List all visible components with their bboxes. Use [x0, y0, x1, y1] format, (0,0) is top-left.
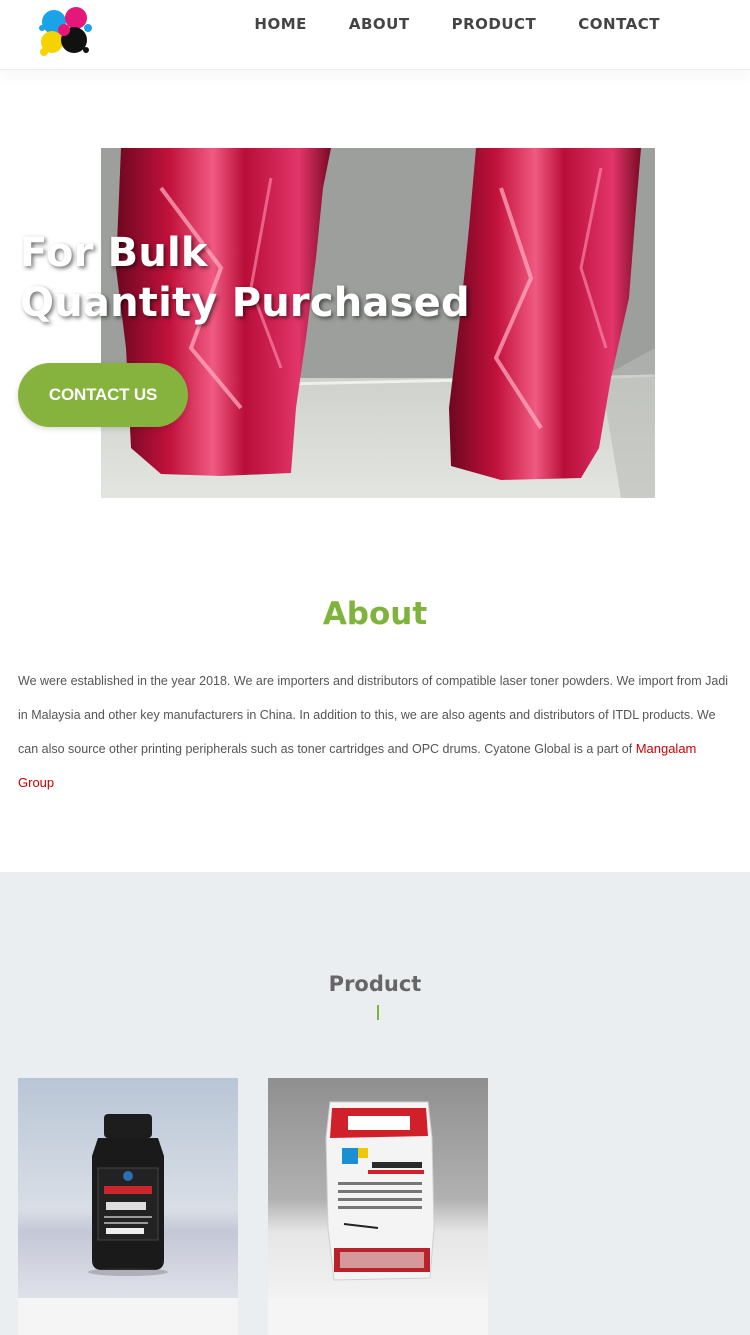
nav-product[interactable]: PRODUCT	[452, 15, 537, 33]
product-card-1[interactable]	[18, 1078, 238, 1335]
product-title: Product	[328, 972, 422, 996]
product-section: Product	[0, 872, 750, 1335]
about-title: About	[322, 596, 428, 632]
nav-about[interactable]: ABOUT	[349, 15, 410, 33]
contact-us-button[interactable]: CONTACT US	[18, 363, 188, 427]
hero-title: For Bulk Quantity Purchased	[20, 228, 540, 328]
hero-title-line1: For Bulk	[20, 230, 208, 276]
hero-title-line2: Quantity Purchased	[20, 280, 470, 326]
product-divider	[377, 1005, 379, 1020]
about-text: We were established in the year 2018. We…	[18, 664, 732, 800]
main-nav: HOME ABOUT PRODUCT CONTACT	[254, 0, 660, 48]
product-card-2[interactable]	[268, 1078, 488, 1335]
cyatone-toner-bag-photo[interactable]	[268, 1078, 488, 1298]
nav-home[interactable]: HOME	[254, 15, 306, 33]
site-header: HOME ABOUT PRODUCT CONTACT	[0, 0, 750, 70]
ink-splash-logo[interactable]	[36, 4, 98, 62]
nav-contact[interactable]: CONTACT	[578, 15, 660, 33]
supremo-toner-bottle-photo[interactable]	[18, 1078, 238, 1298]
about-body: We were established in the year 2018. We…	[18, 674, 729, 756]
